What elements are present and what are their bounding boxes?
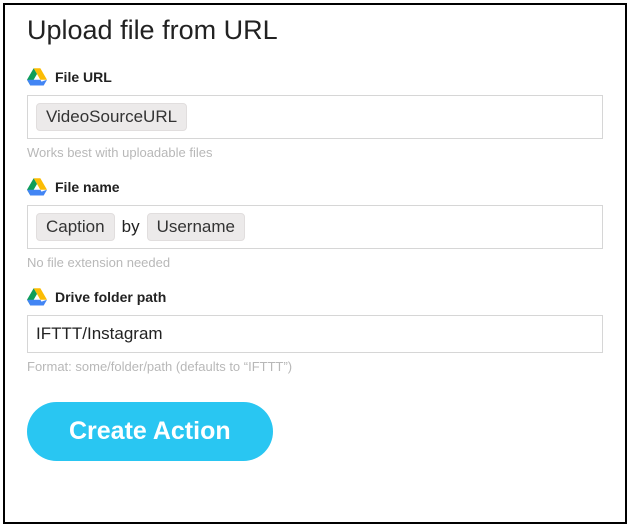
file-name-input[interactable]: Caption by Username xyxy=(27,205,603,249)
drive-icon xyxy=(27,178,47,196)
page-title: Upload file from URL xyxy=(27,15,603,46)
drive-icon xyxy=(27,68,47,86)
upload-from-url-panel: Upload file from URL File URL VideoSourc… xyxy=(3,3,627,524)
create-action-button[interactable]: Create Action xyxy=(27,402,273,461)
file-url-label: File URL xyxy=(55,69,112,85)
folder-path-input[interactable]: IFTTT/Instagram xyxy=(27,315,603,353)
field-label-row: Drive folder path xyxy=(27,288,603,306)
file-url-input[interactable]: VideoSourceURL xyxy=(27,95,603,139)
ingredient-username[interactable]: Username xyxy=(147,213,245,241)
file-url-hint: Works best with uploadable files xyxy=(27,145,603,160)
field-folder-path: Drive folder path IFTTT/Instagram Format… xyxy=(27,288,603,374)
folder-path-value: IFTTT/Instagram xyxy=(36,324,163,344)
file-name-hint: No file extension needed xyxy=(27,255,603,270)
file-name-label: File name xyxy=(55,179,120,195)
field-file-name: File name Caption by Username No file ex… xyxy=(27,178,603,270)
drive-icon xyxy=(27,288,47,306)
ingredient-video-source-url[interactable]: VideoSourceURL xyxy=(36,103,187,131)
field-file-url: File URL VideoSourceURL Works best with … xyxy=(27,68,603,160)
folder-path-hint: Format: some/folder/path (defaults to “I… xyxy=(27,359,603,374)
field-label-row: File URL xyxy=(27,68,603,86)
file-name-separator: by xyxy=(120,217,142,237)
ingredient-caption[interactable]: Caption xyxy=(36,213,115,241)
field-label-row: File name xyxy=(27,178,603,196)
folder-path-label: Drive folder path xyxy=(55,289,166,305)
